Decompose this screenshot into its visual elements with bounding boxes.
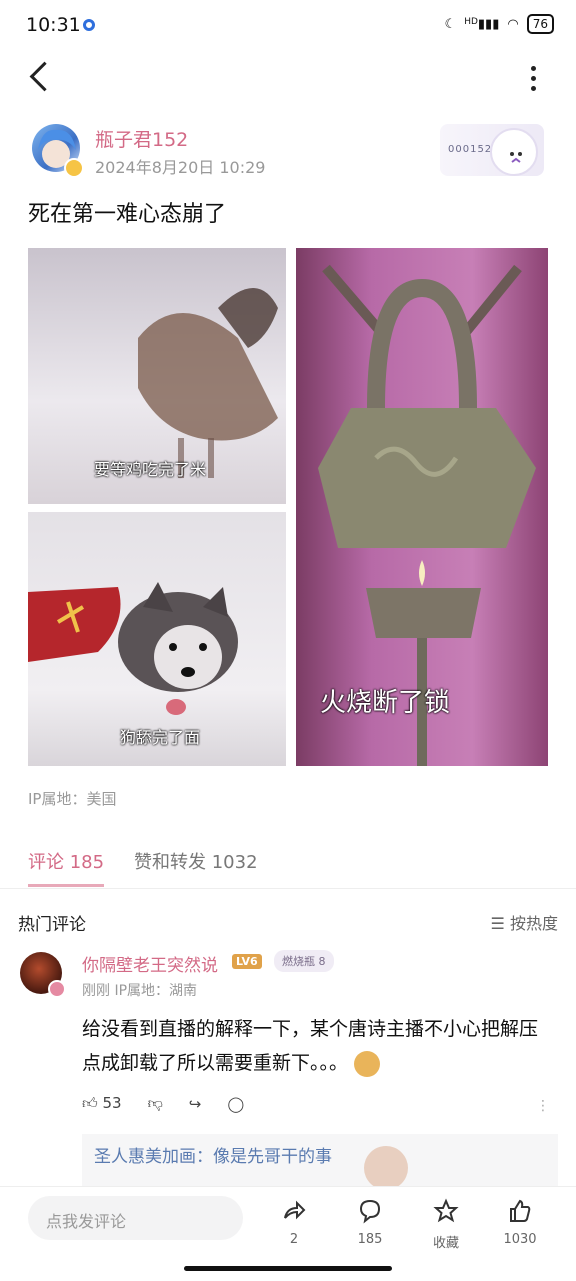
reply-button[interactable]: ◯ xyxy=(227,1095,244,1113)
post-date: 2024年8月20日 10:29 xyxy=(95,158,266,177)
like-post-button[interactable]: 1030 xyxy=(490,1198,550,1247)
badge-number: 000152 xyxy=(448,144,493,155)
like-button[interactable]: 👍︎ 53 xyxy=(82,1094,122,1113)
comment-more-icon[interactable]: ⋮ xyxy=(536,1098,550,1114)
commenter-badge-icon xyxy=(48,980,66,998)
more-options-button[interactable] xyxy=(531,66,536,91)
tab-comments[interactable]: 评论 185 xyxy=(28,848,104,874)
thumbs-down-icon: 👎︎ xyxy=(147,1094,163,1112)
input-placeholder: 点我发评论 xyxy=(46,1212,127,1231)
dog-image[interactable]: 狗舔完了面 xyxy=(28,512,286,766)
share-count: 2 xyxy=(289,1232,299,1247)
speech-bubble-icon: ◯ xyxy=(227,1094,245,1113)
collect-button[interactable]: 收藏 xyxy=(416,1198,476,1251)
status-icons: ☾ HD▮▮▮ ◠ 76 xyxy=(445,14,554,34)
doge-emoji-icon xyxy=(354,1050,381,1077)
sort-label: 按热度 xyxy=(509,914,558,933)
comment-time: 刚刚 xyxy=(82,983,110,999)
comment-actions: 👍︎ 53 👎︎ ↪ ◯ xyxy=(82,1094,244,1113)
location-icon xyxy=(83,19,95,31)
battery-indicator: 76 xyxy=(526,14,554,34)
verified-badge-icon xyxy=(64,158,84,178)
dislike-button[interactable]: 👎︎ xyxy=(148,1094,163,1113)
sort-button[interactable]: ☰ 按热度 xyxy=(491,910,558,934)
share-icon: ↪ xyxy=(188,1094,202,1113)
moon-icon: ☾ xyxy=(444,16,457,32)
like-count-total: 1030 xyxy=(503,1232,537,1247)
status-bar: 10:31 ☾ HD▮▮▮ ◠ 76 xyxy=(0,0,576,52)
image-caption: 要等鸡吃完了米 xyxy=(94,460,207,479)
wifi-icon: ◠ xyxy=(507,16,519,32)
image-caption: 狗舔完了面 xyxy=(120,728,201,747)
hot-comments-title: 热门评论 xyxy=(18,915,86,935)
fan-badge[interactable]: 燃烧瓶 8 xyxy=(274,950,334,972)
home-indicator[interactable] xyxy=(184,1266,392,1271)
tab-reposts[interactable]: 赞和转发 1032 xyxy=(134,848,258,874)
comment-bubble-icon xyxy=(359,1199,381,1224)
comment-meta: 刚刚 IP属地：湖南 xyxy=(82,980,197,1000)
clock: 10:31 xyxy=(26,14,81,36)
comment-count: 185 xyxy=(357,1232,383,1247)
comment-input[interactable]: 点我发评论 xyxy=(28,1196,243,1240)
collect-label: 收藏 xyxy=(432,1236,459,1251)
fan-badge-name: 燃烧瓶 xyxy=(282,955,315,968)
ip-location: IP属地：美国 xyxy=(28,790,117,808)
back-button[interactable] xyxy=(29,61,60,92)
comment-post-button[interactable]: 185 xyxy=(340,1198,400,1247)
cat-mascot-drawing xyxy=(510,152,522,163)
level-badge: LV6 xyxy=(232,954,262,969)
signal-icon: HD▮▮▮ xyxy=(464,16,500,32)
comment-body: 给没看到直播的解释一下，某个唐诗主播不小心把解压点成卸载了所以需要重新下。。。 xyxy=(82,1018,539,1074)
post-text: 死在第一难心态崩了 xyxy=(28,202,227,227)
active-tab-indicator xyxy=(28,884,104,887)
cat-mascot-icon xyxy=(490,128,538,176)
rooster-image[interactable]: 要等鸡吃完了米 xyxy=(28,248,286,504)
fan-badge-card[interactable]: 000152 xyxy=(440,124,544,176)
sticker-image xyxy=(364,1146,408,1190)
sub-reply-text: 圣人惠美加画：像是先哥干的事 xyxy=(94,1147,332,1167)
menu-icon: ☰ xyxy=(490,914,510,933)
fan-badge-level: 8 xyxy=(318,955,326,968)
comment-ip: IP属地：湖南 xyxy=(114,983,198,999)
share-post-button[interactable]: 2 xyxy=(264,1198,324,1247)
share-button[interactable]: ↪ xyxy=(189,1095,202,1113)
image-caption: 火烧断了锁 xyxy=(320,688,451,718)
sub-reply[interactable]: 圣人惠美加画：像是先哥干的事 xyxy=(82,1134,558,1194)
comment-text: 给没看到直播的解释一下，某个唐诗主播不小心把解压点成卸载了所以需要重新下。。。 xyxy=(82,1012,552,1080)
like-count: 53 xyxy=(102,1094,122,1112)
divider xyxy=(0,888,576,889)
share-arrow-icon xyxy=(284,1200,306,1220)
author-name[interactable]: 瓶子君152 xyxy=(95,125,188,152)
thumbs-up-icon: 👍︎ xyxy=(82,1094,98,1112)
star-icon xyxy=(433,1198,459,1223)
thumbs-up-icon xyxy=(510,1199,531,1222)
lock-candle-image[interactable]: 火烧断了锁 xyxy=(296,248,548,766)
commenter-name[interactable]: 你隔壁老王突然说 xyxy=(82,951,218,976)
